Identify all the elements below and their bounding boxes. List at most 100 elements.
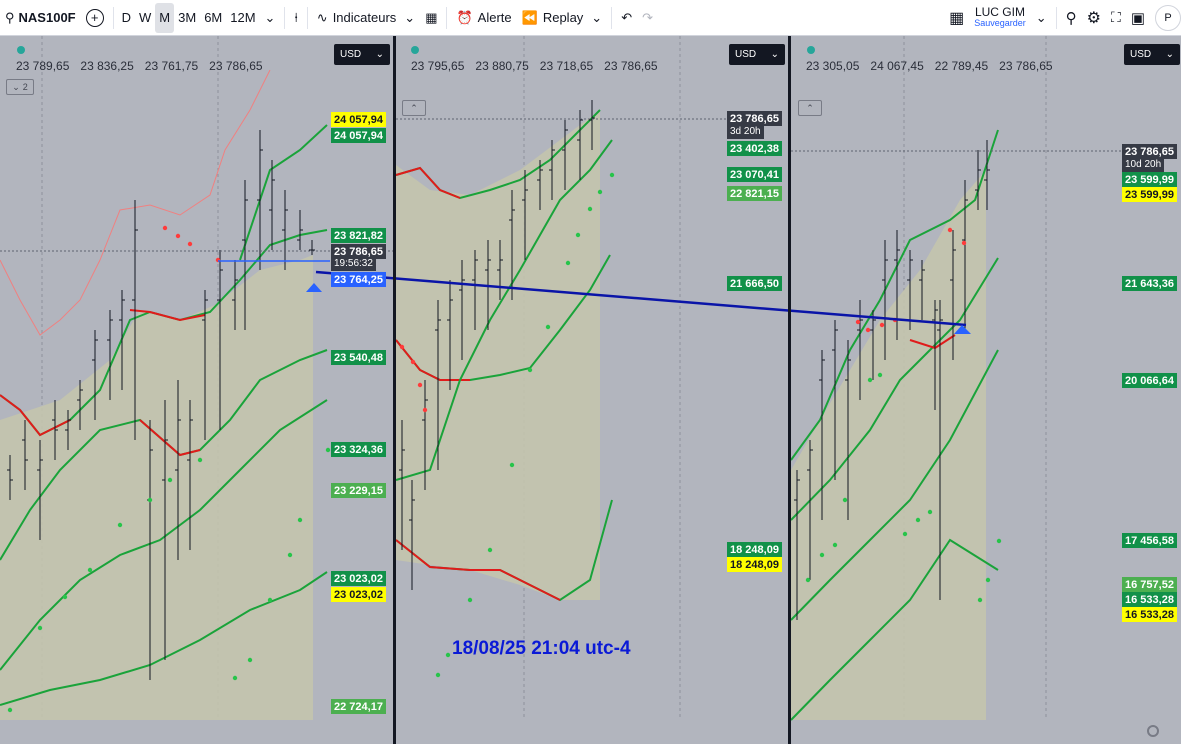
- price-label: 23 402,38: [727, 141, 782, 156]
- last-price-label: 23 786,65: [727, 111, 782, 126]
- price-label: 23 599,99: [1122, 187, 1177, 202]
- psar-dot: [399, 344, 405, 350]
- chevron-down-icon: ⌄: [12, 81, 20, 92]
- ohlc-low: 23 718,65: [539, 59, 594, 73]
- status-dot: [411, 46, 419, 54]
- psar-dot: [832, 542, 838, 548]
- psar-dot: [927, 509, 933, 515]
- psar-dot: [961, 240, 967, 246]
- price-label: 18 248,09: [727, 542, 782, 557]
- psar-dot: [996, 538, 1002, 544]
- psar-dot: [867, 377, 873, 383]
- psar-dot: [609, 172, 615, 178]
- psar-dot: [587, 206, 593, 212]
- price-label: 22 724,17: [331, 699, 386, 714]
- psar-dot: [287, 552, 293, 558]
- price-label: 17 456,58: [1122, 533, 1177, 548]
- psar-dot: [117, 522, 123, 528]
- status-dot: [17, 46, 25, 54]
- price-label: 24 057,94: [331, 112, 386, 127]
- psar-dot: [855, 319, 861, 325]
- psar-dot: [410, 359, 416, 365]
- psar-dot: [197, 457, 203, 463]
- currency-selector-2[interactable]: USD ⌄: [729, 44, 785, 65]
- price-label: 23 070,41: [727, 167, 782, 182]
- bar-countdown: 19:56:32: [331, 257, 376, 271]
- price-label: 20 066,64: [1122, 373, 1177, 388]
- psar-dot: [805, 577, 811, 583]
- price-label: 21 643,36: [1122, 276, 1177, 291]
- charts-canvas[interactable]: [0, 0, 1181, 744]
- psar-dot: [7, 707, 13, 713]
- chevron-up-icon: ⌃: [806, 102, 814, 113]
- psar-dot: [575, 232, 581, 238]
- psar-dot: [247, 657, 253, 663]
- psar-dot: [865, 327, 871, 333]
- psar-dot: [62, 594, 68, 600]
- psar-dot: [819, 552, 825, 558]
- chevron-down-icon: ⌄: [1165, 49, 1174, 60]
- ohlc-high: 23 880,75: [475, 59, 529, 73]
- ohlc-close: 23 786,65: [999, 59, 1053, 73]
- chevron-up-icon: ⌃: [410, 102, 418, 113]
- psar-dot: [267, 597, 273, 603]
- timestamp-annotation: 18/08/25 21:04 utc-4: [452, 638, 631, 659]
- price-label: 23 324,36: [331, 442, 386, 457]
- price-label: 24 057,94: [331, 128, 386, 143]
- ohlc-low: 23 761,75: [144, 59, 199, 73]
- price-label: 23 540,48: [331, 350, 386, 365]
- currency-selector-1[interactable]: USD ⌄: [334, 44, 390, 65]
- ohlc-open: 23 789,65: [16, 59, 70, 73]
- ohlc-open: 23 305,05: [806, 59, 860, 73]
- ohlc-high: 23 836,25: [80, 59, 134, 73]
- psar-dot: [902, 531, 908, 537]
- psar-dot: [435, 672, 441, 678]
- psar-dot: [325, 447, 331, 453]
- psar-dot: [977, 597, 983, 603]
- price-label: 16 757,52: [1122, 577, 1177, 592]
- chart-settings-icon[interactable]: [1147, 725, 1159, 737]
- ohlc-legend-2: 23 795,65 23 880,75 23 718,65 23 786,65: [411, 59, 658, 73]
- psar-dot: [175, 233, 181, 239]
- panel-divider[interactable]: [393, 36, 396, 744]
- currency-selector-3[interactable]: USD ⌄: [1124, 44, 1180, 65]
- psar-dot: [297, 517, 303, 523]
- psar-dot: [187, 241, 193, 247]
- psar-dot: [87, 567, 93, 573]
- psar-dot: [232, 675, 238, 681]
- cursor-price-label: 23 764,25: [331, 272, 386, 287]
- price-label: 23 023,02: [331, 587, 386, 602]
- bar-countdown: 10d 20h: [1122, 158, 1165, 172]
- price-label: 23 821,82: [331, 228, 386, 243]
- psar-dot: [509, 462, 515, 468]
- price-label: 23 023,02: [331, 571, 386, 586]
- last-price-label: 23 786,65: [1122, 144, 1177, 159]
- chevron-down-icon: ⌄: [375, 49, 384, 60]
- psar-dot: [467, 597, 473, 603]
- status-dot: [807, 46, 815, 54]
- psar-dot: [167, 477, 173, 483]
- price-label: 22 821,15: [727, 186, 782, 201]
- legend-expand-button[interactable]: ⌃: [798, 100, 822, 116]
- psar-dot: [915, 517, 921, 523]
- legend-collapse-button[interactable]: ⌄ 2: [6, 79, 34, 95]
- legend-expand-button[interactable]: ⌃: [402, 100, 426, 116]
- psar-dot: [879, 322, 885, 328]
- bar-countdown: 3d 20h: [727, 125, 764, 139]
- psar-dot: [445, 652, 451, 658]
- psar-dot: [162, 225, 168, 231]
- panel-divider[interactable]: [788, 36, 791, 744]
- price-label: 18 248,09: [727, 557, 782, 572]
- price-label: 21 666,50: [727, 276, 782, 291]
- psar-dot: [147, 497, 153, 503]
- currency-label: USD: [340, 49, 362, 60]
- ohlc-close: 23 786,65: [209, 59, 263, 73]
- psar-dot: [487, 547, 493, 553]
- psar-dot: [37, 625, 43, 631]
- psar-dot: [597, 189, 603, 195]
- chevron-down-icon: ⌄: [770, 49, 779, 60]
- psar-dot: [422, 407, 428, 413]
- psar-dot: [985, 577, 991, 583]
- price-label: 16 533,28: [1122, 607, 1177, 622]
- ohlc-legend-3: 23 305,05 24 067,45 22 789,45 23 786,65: [806, 59, 1053, 73]
